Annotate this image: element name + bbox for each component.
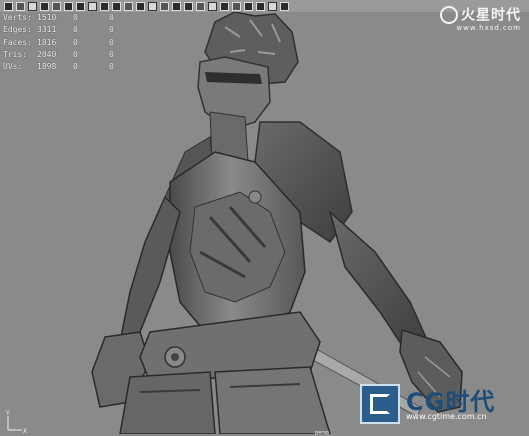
watermark-bottom: CG时代 www.cgtime.com.cn bbox=[360, 380, 525, 430]
light-icon[interactable] bbox=[112, 1, 121, 11]
cube-icon[interactable] bbox=[172, 1, 181, 11]
view-label: persp bbox=[315, 430, 330, 436]
hud-selected: 0 bbox=[73, 25, 78, 35]
hud-row: Tris: 2040 0 0 bbox=[3, 49, 129, 61]
hud-uv: 0 bbox=[109, 62, 114, 72]
rotate-icon[interactable] bbox=[52, 1, 61, 11]
hud-uv: 0 bbox=[109, 25, 114, 35]
torus-icon[interactable] bbox=[220, 1, 229, 11]
cg-logo-icon bbox=[360, 384, 400, 424]
watermark-top: 火星时代 www.hxsd.com bbox=[440, 4, 521, 32]
hud-value: 1510 bbox=[37, 13, 57, 22]
hud-label: Tris: bbox=[3, 49, 28, 59]
hud-label: Faces: bbox=[3, 37, 32, 47]
viewport[interactable]: Y X persp bbox=[0, 12, 529, 436]
hud-label: UVs: bbox=[3, 62, 23, 72]
hud-label: Verts: bbox=[3, 13, 32, 22]
plane-icon[interactable] bbox=[208, 1, 217, 11]
hud-uv: 0 bbox=[109, 37, 114, 47]
paint-icon[interactable] bbox=[28, 1, 37, 11]
camera-icon[interactable] bbox=[100, 1, 109, 11]
hud-value: 3311 bbox=[37, 25, 57, 35]
hud-value: 1816 bbox=[37, 37, 57, 47]
hud-value: 1898 bbox=[37, 62, 57, 72]
hud-selected: 0 bbox=[73, 49, 78, 59]
axis-icon: Y X bbox=[5, 410, 27, 435]
axis-y-label: Y bbox=[5, 410, 10, 417]
lasso-icon[interactable] bbox=[16, 1, 25, 11]
wire-icon[interactable] bbox=[148, 1, 157, 11]
grid-icon[interactable] bbox=[76, 1, 85, 11]
hud-label: Edges: bbox=[3, 25, 32, 35]
hud-uv: 0 bbox=[109, 13, 114, 22]
sphere-icon[interactable] bbox=[184, 1, 193, 11]
watermark-bottom-url: www.cgtime.com.cn bbox=[406, 412, 487, 421]
hud-row: Verts: 1510 0 0 bbox=[3, 12, 129, 24]
select-icon[interactable] bbox=[4, 1, 13, 11]
hud-uv: 0 bbox=[109, 49, 114, 59]
render-icon[interactable] bbox=[124, 1, 133, 11]
scale-icon[interactable] bbox=[64, 1, 73, 11]
texture-icon[interactable] bbox=[160, 1, 169, 11]
character-model bbox=[91, 12, 463, 434]
cylinder-icon[interactable] bbox=[196, 1, 205, 11]
xray-icon[interactable] bbox=[268, 1, 277, 11]
brand-logo-icon bbox=[440, 5, 458, 24]
move-icon[interactable] bbox=[40, 1, 49, 11]
hud-row: UVs: 1898 0 0 bbox=[3, 61, 129, 73]
hud-selected: 0 bbox=[73, 13, 78, 22]
shade-icon[interactable] bbox=[136, 1, 145, 11]
snap-icon[interactable] bbox=[88, 1, 97, 11]
watermark-top-url: www.hxsd.com bbox=[456, 23, 521, 32]
frame-icon[interactable] bbox=[280, 1, 289, 11]
axis-gizmo: Y X bbox=[4, 410, 28, 435]
hud-selected: 0 bbox=[73, 37, 78, 47]
hud-selected: 0 bbox=[73, 62, 78, 72]
hud-value: 2040 bbox=[37, 49, 57, 59]
hud-row: Faces: 1816 0 0 bbox=[3, 37, 129, 49]
hud-row: Edges: 3311 0 0 bbox=[3, 24, 129, 36]
box-icon[interactable] bbox=[244, 1, 253, 11]
watermark-top-brand: 火星时代 bbox=[461, 7, 521, 24]
isolate-icon[interactable] bbox=[256, 1, 265, 11]
poly-count-hud: Verts: 1510 0 0 Edges: 3311 0 0 Faces: 1816 0 0 Tris… bbox=[3, 12, 129, 73]
axis-x-label: X bbox=[23, 428, 27, 434]
curve-icon[interactable] bbox=[232, 1, 241, 11]
